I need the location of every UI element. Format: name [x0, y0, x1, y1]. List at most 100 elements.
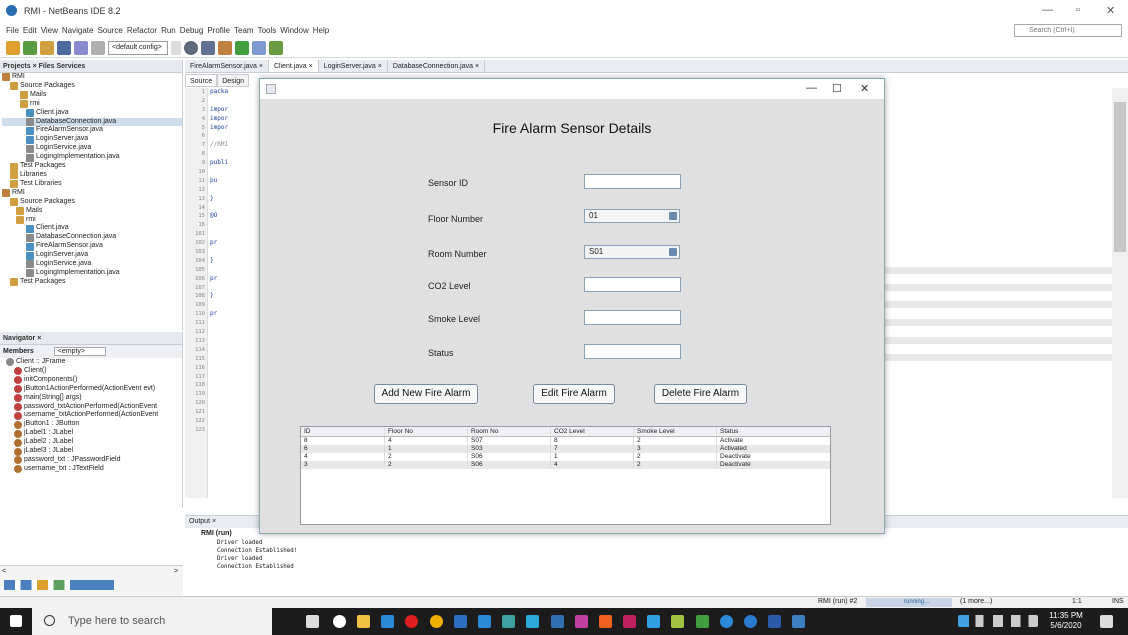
delete-fire-alarm-button[interactable]: Delete Fire Alarm	[654, 384, 747, 404]
navigator-item[interactable]: jLabel2 : JLabel	[6, 438, 182, 447]
chevron-down-icon[interactable]	[171, 40, 181, 55]
clean-build-icon[interactable]	[218, 40, 232, 55]
file-explorer-icon[interactable]	[357, 615, 370, 628]
navigator-item[interactable]: jButton1ActionPerformed(ActionEvent evt)	[6, 385, 182, 394]
tree-item[interactable]: Mails	[2, 91, 182, 100]
menu-item-refactor[interactable]: Refactor	[127, 26, 157, 35]
tree-item[interactable]: RMI	[2, 189, 182, 198]
tree-item[interactable]: Source Packages	[2, 198, 182, 207]
scroll-left-icon[interactable]: <	[2, 568, 6, 575]
navigator-item[interactable]: jLabel1 : JLabel	[6, 429, 182, 438]
projects-tabs[interactable]: Projects × Files Services	[0, 60, 182, 73]
navigator-item[interactable]: password_txt : JPasswordField	[6, 456, 182, 465]
notifications-icon[interactable]	[1100, 615, 1113, 628]
netbeans-icon[interactable]	[792, 615, 805, 628]
settings-icon[interactable]	[184, 40, 198, 55]
close-icon[interactable]: ✕	[1106, 4, 1115, 17]
code-editor[interactable]: packa impor impor impor//RMI publi pu} @O pr} pr…	[210, 88, 260, 498]
table-row[interactable]: 8 4 S07 8 2 Activate	[301, 437, 830, 445]
minimize-icon[interactable]: —	[1042, 4, 1053, 16]
tree-item[interactable]: Source Packages	[2, 82, 182, 91]
menu-item-run[interactable]: Run	[161, 26, 176, 35]
design-tab[interactable]: Design	[217, 74, 249, 87]
add-fire-alarm-button[interactable]: Add New Fire Alarm	[374, 384, 478, 404]
column-header[interactable]: Smoke Level	[634, 427, 717, 436]
tree-item[interactable]: RMI	[2, 73, 182, 82]
sensor-id-input[interactable]	[584, 174, 681, 189]
app-icon-6[interactable]	[575, 615, 588, 628]
members-filter-select[interactable]: <empty>	[53, 347, 106, 356]
tree-item[interactable]: Test Libraries	[2, 180, 182, 189]
navigator-item[interactable]: main(String[] args)	[6, 394, 182, 403]
navigator-item[interactable]: username_txtActionPerformed(ActionEvent	[6, 411, 182, 420]
tree-item[interactable]: FireAlarmSensor.java	[2, 126, 182, 135]
menu-item-team[interactable]: Team	[234, 26, 254, 35]
app-icon-11[interactable]	[696, 615, 709, 628]
redo-icon[interactable]	[91, 40, 105, 55]
tree-item[interactable]: Test Packages	[2, 278, 182, 287]
tree-item[interactable]: Client.java	[2, 224, 182, 233]
palette-icons[interactable]	[4, 580, 114, 590]
room-number-select[interactable]: S01	[584, 245, 680, 259]
config-select[interactable]: <default config>	[108, 40, 168, 55]
co2-level-input[interactable]	[584, 277, 681, 292]
navigator-item[interactable]: initComponents()	[6, 376, 182, 385]
column-header[interactable]: CO2 Level	[551, 427, 634, 436]
column-header[interactable]: Status	[717, 427, 830, 436]
menu-item-edit[interactable]: Edit	[23, 26, 37, 35]
app-icon-1[interactable]	[454, 615, 467, 628]
new-project-icon[interactable]	[6, 40, 20, 55]
profile-icon[interactable]	[269, 40, 283, 55]
app-icon-5[interactable]	[551, 615, 564, 628]
app-icon-13[interactable]	[744, 615, 757, 628]
column-header[interactable]: Room No	[468, 427, 551, 436]
chrome-icon[interactable]	[430, 615, 443, 628]
app-icon-2[interactable]	[478, 615, 491, 628]
scroll-right-icon[interactable]: >	[174, 568, 178, 575]
app-icon-10[interactable]	[671, 615, 684, 628]
app-icon-3[interactable]	[502, 615, 515, 628]
table-row[interactable]: 3 2 S06 4 2 Deactivate	[301, 461, 830, 469]
hammer-icon[interactable]	[201, 40, 215, 55]
save-all-icon[interactable]	[57, 40, 71, 55]
tree-item[interactable]: rmi	[2, 100, 182, 109]
app-icon-12[interactable]	[720, 615, 733, 628]
opera-icon[interactable]	[405, 615, 418, 628]
navigator-item[interactable]: jLabel3 : JLabel	[6, 447, 182, 456]
tree-item[interactable]: Libraries	[2, 171, 182, 180]
column-header[interactable]: Floor No	[385, 427, 468, 436]
taskbar-search[interactable]: Type here to search	[32, 608, 272, 635]
tree-item[interactable]: Client.java	[2, 109, 182, 118]
undo-icon[interactable]	[74, 40, 88, 55]
tree-item[interactable]: FireAlarmSensor.java	[2, 242, 182, 251]
tree-item[interactable]: LoginServer.java	[2, 251, 182, 260]
navigator-item[interactable]: username_txt : JTextField	[6, 465, 182, 474]
editor-tab[interactable]: DatabaseConnection.java ×	[388, 60, 486, 72]
run-icon[interactable]	[235, 40, 249, 55]
tree-item[interactable]: LogingImplementation.java	[2, 153, 182, 162]
windows-start-icon[interactable]	[10, 615, 22, 627]
app-icon-4[interactable]	[526, 615, 539, 628]
ide-search-input[interactable]	[1014, 24, 1122, 37]
source-tab[interactable]: Source	[185, 74, 218, 87]
open-project-icon[interactable]	[40, 40, 54, 55]
tree-item[interactable]: LogingImplementation.java	[2, 269, 182, 278]
maximize-icon[interactable]: ▫	[1076, 4, 1080, 16]
menu-item-debug[interactable]: Debug	[180, 26, 204, 35]
cortana-icon[interactable]	[333, 615, 346, 628]
smoke-level-input[interactable]	[584, 310, 681, 325]
menu-item-tools[interactable]: Tools	[258, 26, 277, 35]
editor-tab[interactable]: Client.java ×	[268, 60, 319, 72]
tree-item[interactable]: rmi	[2, 216, 182, 225]
tree-item[interactable]: LoginService.java	[2, 144, 182, 153]
edge-icon[interactable]	[381, 615, 394, 628]
floor-number-select[interactable]: 01	[584, 209, 680, 223]
editor-scroll-thumb[interactable]	[1114, 102, 1126, 252]
status-run[interactable]: RMI (run) #2	[818, 598, 857, 605]
menu-item-window[interactable]: Window	[280, 26, 308, 35]
navigator-item[interactable]: password_txtActionPerformed(ActionEvent	[6, 403, 182, 412]
menu-item-help[interactable]: Help	[313, 26, 329, 35]
menu-item-file[interactable]: File	[6, 26, 19, 35]
dialog-close-icon[interactable]: ✕	[860, 82, 869, 95]
debug-icon[interactable]	[252, 40, 266, 55]
